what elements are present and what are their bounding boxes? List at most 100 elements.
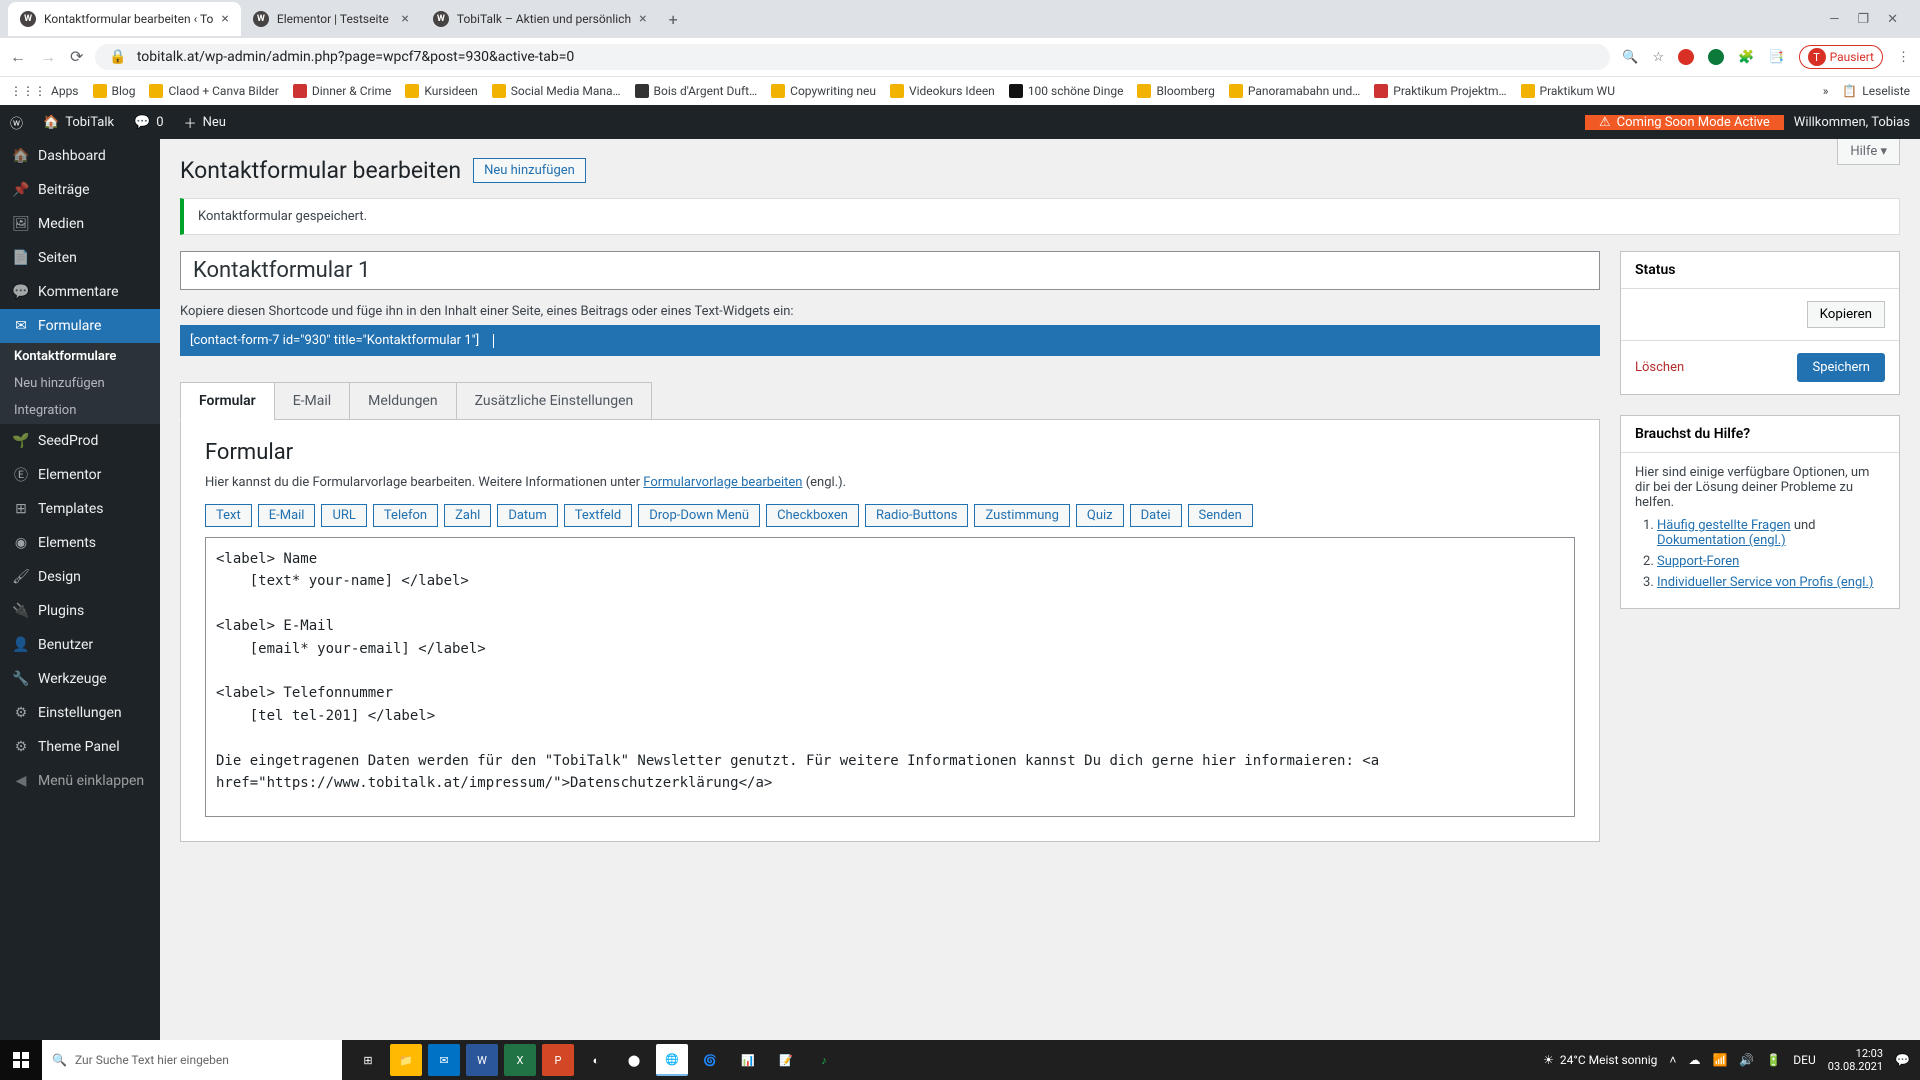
sidebar-item-forms[interactable]: ✉Formulare (0, 309, 160, 343)
form-template-textarea[interactable] (205, 537, 1575, 817)
bookmark-item[interactable]: Bloomberg (1137, 84, 1214, 98)
explorer-icon[interactable]: 📁 (390, 1044, 422, 1076)
battery-icon[interactable]: 🔋 (1766, 1053, 1781, 1067)
sidebar-item-elementor[interactable]: ⒺElementor (0, 458, 160, 492)
puzzle-icon[interactable]: 🧩 (1738, 50, 1754, 65)
start-button[interactable] (0, 1040, 42, 1080)
tab-email[interactable]: E-Mail (274, 382, 350, 420)
chrome-icon[interactable]: 🌐 (656, 1044, 688, 1076)
form-title-input[interactable] (180, 251, 1600, 290)
new-content-button[interactable]: ＋Neu (174, 105, 236, 139)
sidebar-item-posts[interactable]: 📌Beiträge (0, 173, 160, 207)
tag-text-button[interactable]: Text (205, 504, 252, 527)
menu-icon[interactable]: ⋮ (1897, 50, 1910, 65)
sidebar-item-elements[interactable]: ◉Elements (0, 526, 160, 560)
sidebar-item-media[interactable]: 🖼Medien (0, 207, 160, 241)
volume-icon[interactable]: 🔊 (1739, 1053, 1754, 1067)
tag-email-button[interactable]: E-Mail (258, 504, 316, 527)
tag-file-button[interactable]: Datei (1130, 504, 1182, 527)
sidebar-item-tools[interactable]: 🔧Werkzeuge (0, 662, 160, 696)
bookmark-item[interactable]: Panoramabahn und… (1229, 84, 1360, 98)
maximize-icon[interactable]: ❐ (1857, 12, 1869, 27)
notepad-icon[interactable]: 📝 (770, 1044, 802, 1076)
bookmark-item[interactable]: Claod + Canva Bilder (149, 84, 278, 98)
tag-checkbox-button[interactable]: Checkboxen (766, 504, 859, 527)
tag-number-button[interactable]: Zahl (444, 504, 491, 527)
sidebar-item-pages[interactable]: 📄Seiten (0, 241, 160, 275)
chevron-up-icon[interactable]: ˄ (1669, 1053, 1676, 1067)
outlook-icon[interactable]: ✉ (428, 1044, 460, 1076)
tag-acceptance-button[interactable]: Zustimmung (974, 504, 1069, 527)
sidebar-item-dashboard[interactable]: 🏠Dashboard (0, 139, 160, 173)
comments-button[interactable]: 💬0 (124, 105, 174, 139)
bookmark-item[interactable]: Praktikum Projektm… (1374, 84, 1506, 98)
bookmark-item[interactable]: Praktikum WU (1521, 84, 1615, 98)
new-tab-button[interactable]: + (659, 10, 688, 29)
tab-close-icon[interactable]: × (639, 11, 646, 27)
sidebar-item-comments[interactable]: 💬Kommentare (0, 275, 160, 309)
minimize-icon[interactable]: — (1829, 12, 1839, 27)
bookmark-item[interactable]: ⋮⋮⋮Apps (10, 84, 79, 98)
sidebar-item-users[interactable]: 👤Benutzer (0, 628, 160, 662)
tag-submit-button[interactable]: Senden (1188, 504, 1253, 527)
bookmark-item[interactable]: Dinner & Crime (293, 84, 392, 98)
tab-form[interactable]: Formular (180, 382, 275, 420)
bookmarks-overflow-icon[interactable]: » (1823, 84, 1829, 98)
tab-close-icon[interactable]: × (401, 11, 408, 27)
sidebar-item-seedprod[interactable]: 🌱SeedProd (0, 424, 160, 458)
tag-textarea-button[interactable]: Textfeld (564, 504, 632, 527)
tag-url-button[interactable]: URL (321, 504, 366, 527)
bookmark-item[interactable]: Social Media Mana… (492, 84, 621, 98)
tag-date-button[interactable]: Datum (497, 504, 557, 527)
bookmark-item[interactable]: Kursideen (405, 84, 477, 98)
excel-icon[interactable]: X (504, 1044, 536, 1076)
shortcode-field[interactable]: [contact-form-7 id="930" title="Kontaktf… (180, 325, 1600, 356)
tab-close-icon[interactable]: × (221, 11, 228, 27)
reading-list-button[interactable]: 📋Leseliste (1842, 84, 1910, 98)
bookmark-item[interactable]: Videokurs Ideen (890, 84, 995, 98)
sidebar-item-plugins[interactable]: 🔌Plugins (0, 594, 160, 628)
edge-icon[interactable]: 🌀 (694, 1044, 726, 1076)
zoom-icon[interactable]: 🔍 (1622, 50, 1638, 65)
submenu-integration[interactable]: Integration (0, 397, 160, 424)
weather-widget[interactable]: ☀24°C Meist sonnig (1543, 1053, 1657, 1067)
tag-tel-button[interactable]: Telefon (373, 504, 438, 527)
account-button[interactable]: Willkommen, Tobias (1784, 115, 1920, 130)
coming-soon-badge[interactable]: ⚠Coming Soon Mode Active (1585, 115, 1784, 130)
site-home-button[interactable]: 🏠TobiTalk (33, 105, 124, 139)
support-link[interactable]: Support-Foren (1657, 554, 1739, 569)
tab-additional[interactable]: Zusätzliche Einstellungen (456, 382, 653, 420)
task-view-icon[interactable]: ⊞ (352, 1044, 384, 1076)
tab-messages[interactable]: Meldungen (349, 382, 456, 420)
language-indicator[interactable]: DEU (1793, 1053, 1815, 1067)
onedrive-icon[interactable]: ☁ (1688, 1053, 1700, 1067)
clock[interactable]: 12:03 03.08.2021 (1828, 1047, 1883, 1073)
obs-icon[interactable]: ⬤ (618, 1044, 650, 1076)
browser-tab[interactable]: W Elementor | Testseite × (241, 2, 421, 36)
forward-icon[interactable]: → (40, 47, 56, 67)
wp-logo-button[interactable]: ⓦ (0, 105, 33, 139)
tag-quiz-button[interactable]: Quiz (1076, 504, 1124, 527)
notifications-icon[interactable]: 💬 (1895, 1053, 1910, 1067)
taskbar-search[interactable]: 🔍Zur Suche Text hier eingeben (42, 1040, 342, 1080)
sidebar-item-design[interactable]: 🖌Design (0, 560, 160, 594)
app-icon[interactable]: 📊 (732, 1044, 764, 1076)
sidebar-item-theme-panel[interactable]: ⚙Theme Panel (0, 730, 160, 764)
powerpoint-icon[interactable]: P (542, 1044, 574, 1076)
spotify-icon[interactable]: ♪ (808, 1044, 840, 1076)
app-icon[interactable]: ◐ (580, 1044, 612, 1076)
profile-button[interactable]: T Pausiert (1799, 45, 1883, 69)
faq-link[interactable]: Häufig gestellte Fragen (1657, 518, 1791, 533)
back-icon[interactable]: ← (10, 47, 26, 67)
extension-icon[interactable] (1678, 49, 1694, 65)
copy-button[interactable]: Kopieren (1807, 301, 1885, 328)
submenu-contact-forms[interactable]: Kontaktformulare (0, 343, 160, 370)
browser-tab[interactable]: W TobiTalk – Aktien und persönlich × (421, 2, 659, 36)
bookmark-item[interactable]: Copywriting neu (771, 84, 876, 98)
sidebar-item-templates[interactable]: ⊞Templates (0, 492, 160, 526)
tag-radio-button[interactable]: Radio-Buttons (865, 504, 969, 527)
wifi-icon[interactable]: 📶 (1712, 1053, 1727, 1067)
sidebar-item-settings[interactable]: ⚙Einstellungen (0, 696, 160, 730)
reload-icon[interactable]: ⟳ (70, 47, 83, 67)
pro-service-link[interactable]: Individueller Service von Profis (engl.) (1657, 575, 1873, 590)
